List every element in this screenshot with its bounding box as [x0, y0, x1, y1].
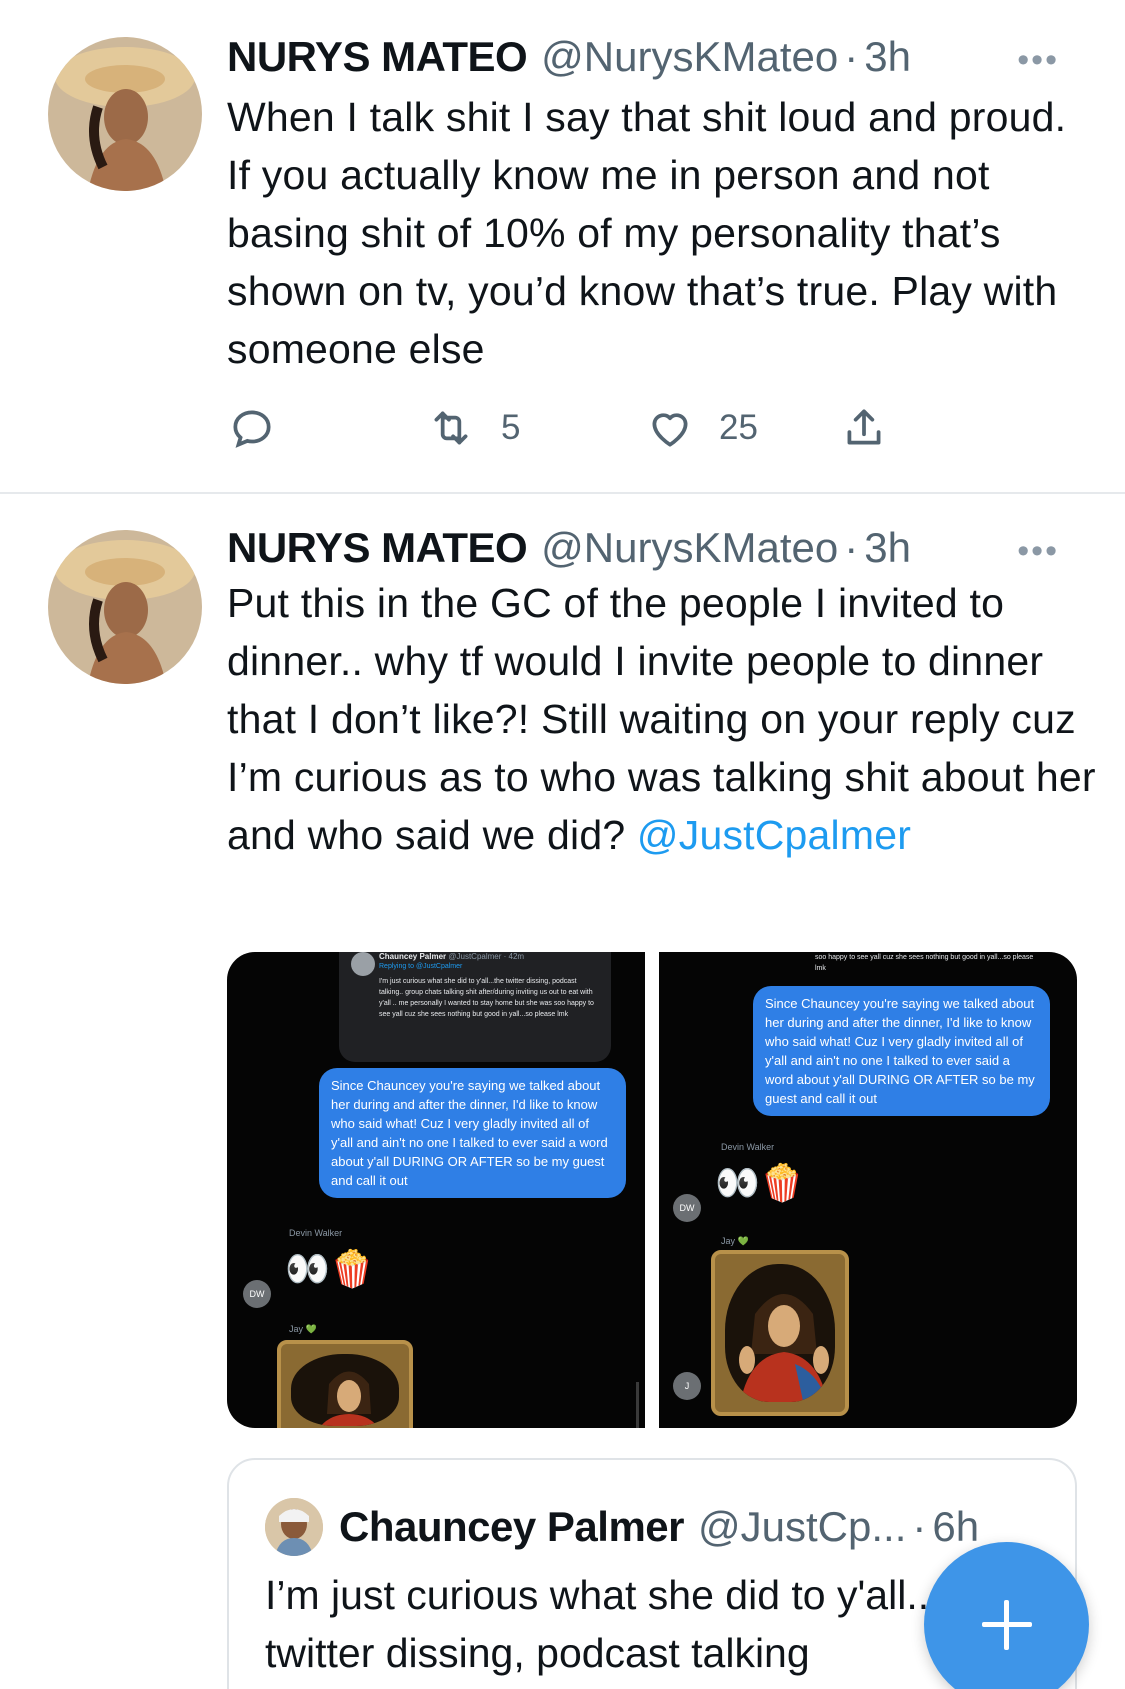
jesus-painting-image	[277, 1340, 413, 1428]
separator: ·	[912, 1503, 927, 1550]
quoted-handle[interactable]: @JustCp...	[698, 1503, 906, 1551]
mini-reply: Replying to @JustCpalmer	[379, 963, 463, 970]
retweet-button[interactable]: 5	[425, 400, 520, 456]
eyes-popcorn-emoji: 👀🍿	[715, 1163, 805, 1204]
more-options-icon[interactable]: •••	[1017, 532, 1059, 571]
tweet-header: NURYS MATEO @NurysKMateo · 3h •••	[227, 31, 1085, 83]
mini-text: soo happy to see yall cuz she sees nothi…	[815, 954, 1034, 972]
next-sender-name: Jay 💚	[289, 1324, 317, 1334]
display-name[interactable]: NURYS MATEO	[227, 33, 528, 81]
tweet-1[interactable]: NURYS MATEO @NurysKMateo · 3h ••• When I…	[0, 0, 1125, 492]
reply-button[interactable]	[227, 400, 277, 456]
painting-inner	[725, 1264, 835, 1402]
painting-inner	[291, 1354, 399, 1426]
eyes-popcorn-emoji: 👀🍿	[285, 1249, 375, 1290]
tweet-text: Put this in the GC of the people I invit…	[227, 574, 1097, 864]
quoted-display-name[interactable]: Chauncey Palmer	[339, 1503, 685, 1551]
reply-icon	[233, 410, 271, 448]
message-bubble: Since Chauncey you're saying we talked a…	[319, 1068, 626, 1198]
user-handle[interactable]: @NurysKMateo	[541, 33, 838, 81]
quoted-avatar[interactable]	[265, 1498, 323, 1556]
media-image-2[interactable]: soo happy to see yall cuz she sees nothi…	[659, 952, 1077, 1428]
sender-avatar: DW	[243, 1280, 271, 1308]
separator: ·	[844, 524, 859, 571]
avatar[interactable]	[48, 530, 202, 684]
message-bubble: Since Chauncey you're saying we talked a…	[753, 986, 1050, 1116]
quoted-timestamp[interactable]: 6h	[932, 1503, 979, 1551]
tweet-media[interactable]: Chauncey Palmer @JustCpalmer · 42m Reply…	[227, 952, 1077, 1428]
tweet-actions: 5 25	[227, 400, 947, 456]
sender-avatar: DW	[673, 1194, 701, 1222]
retweet-count: 5	[501, 408, 521, 447]
jesus-painting-image	[711, 1250, 849, 1416]
next-sender-name: Jay 💚	[721, 1236, 749, 1246]
share-button[interactable]	[839, 400, 889, 456]
quoted-tweet-preview: soo happy to see yall cuz she sees nothi…	[787, 952, 1047, 982]
media-image-1[interactable]: Chauncey Palmer @JustCpalmer · 42m Reply…	[227, 952, 645, 1428]
like-count: 25	[719, 408, 758, 447]
quoted-tweet-preview: Chauncey Palmer @JustCpalmer · 42m Reply…	[339, 952, 611, 1062]
avatar[interactable]	[48, 37, 202, 191]
heart-icon	[652, 413, 688, 447]
timestamp[interactable]: 3h	[864, 33, 911, 81]
mini-name: Chauncey Palmer @JustCpalmer · 42m	[379, 952, 524, 961]
next-sender-avatar: J	[673, 1372, 701, 1400]
retweet-icon	[434, 411, 468, 445]
tweet-header: NURYS MATEO @NurysKMateo · 3h •••	[227, 522, 1085, 574]
mini-text: I'm just curious what she did to y'all..…	[379, 978, 594, 1018]
mini-name-text: Chauncey Palmer	[379, 952, 447, 961]
share-icon	[847, 409, 881, 445]
sender-name: Devin Walker	[721, 1142, 775, 1152]
timestamp[interactable]: 3h	[864, 524, 911, 572]
sender-name: Devin Walker	[289, 1228, 343, 1238]
like-button[interactable]: 25	[645, 400, 758, 456]
mini-handle: @JustCpalmer · 42m	[448, 952, 525, 961]
tweet-2[interactable]: NURYS MATEO @NurysKMateo · 3h ••• Put th…	[0, 494, 1125, 1689]
quoted-header: Chauncey Palmer @JustCp... · 6h	[339, 1497, 979, 1557]
tweet-text: When I talk shit I say that shit loud an…	[227, 94, 1067, 372]
user-handle[interactable]: @NurysKMateo	[541, 524, 838, 572]
mini-avatar	[351, 952, 375, 976]
more-options-icon[interactable]: •••	[1017, 41, 1059, 80]
display-name[interactable]: NURYS MATEO	[227, 524, 528, 572]
scrollbar	[636, 1382, 639, 1428]
separator: ·	[844, 33, 859, 80]
mention-link[interactable]: @JustCpalmer	[637, 812, 911, 858]
